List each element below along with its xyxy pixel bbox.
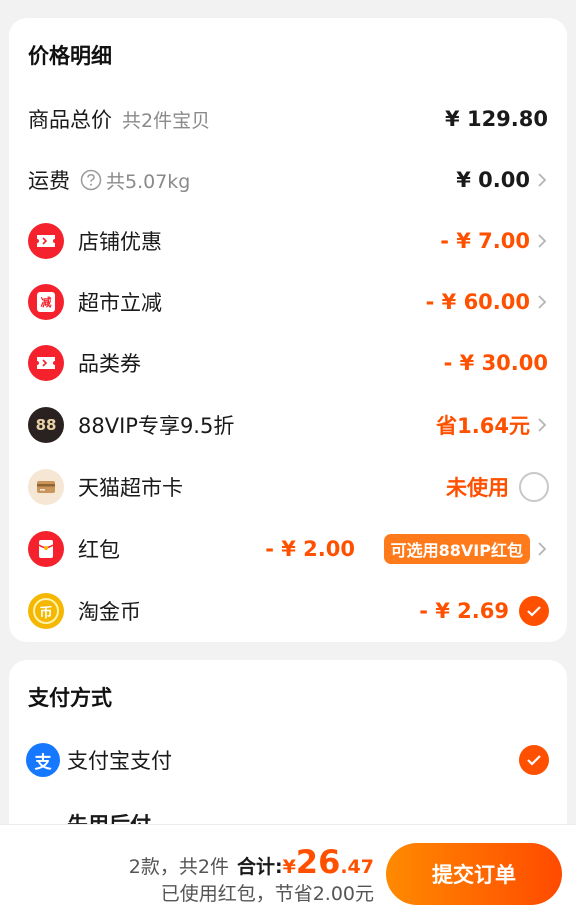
- ticket-icon: [28, 223, 64, 259]
- market-discount-label: 超市立减: [78, 291, 162, 315]
- chevron-right-icon: [534, 294, 550, 310]
- discount-icon: 减: [28, 284, 64, 320]
- taojinbi-check[interactable]: [519, 596, 549, 626]
- tmall-card-label: 天猫超市卡: [78, 476, 183, 500]
- goods-count-text: 共2件宝贝: [122, 110, 211, 132]
- total-amount-dec: .47: [340, 856, 374, 878]
- chevron-right-icon: [534, 172, 550, 188]
- shipping-text: 运费: [28, 169, 70, 193]
- vip-88-icon-text: 88: [35, 416, 57, 434]
- vip-discount-value: 省1.64元: [436, 414, 530, 438]
- order-summary: 2款，共2件 合计: ¥ 26 .47: [129, 843, 374, 881]
- total-amount-int: 26: [295, 843, 341, 881]
- red-envelope-icon: [28, 531, 64, 567]
- chevron-right-icon: [534, 233, 550, 249]
- alipay-icon: 支: [26, 743, 60, 777]
- check-icon: [527, 606, 541, 617]
- card-icon: [28, 469, 64, 505]
- market-discount-value: - ¥ 60.00: [425, 290, 530, 314]
- taojinbi-value: - ¥ 2.69: [419, 599, 509, 623]
- taojinbi-label: 淘金币: [78, 600, 141, 624]
- red-envelope-row[interactable]: 红包 - ¥ 2.00 可选用88VIP红包: [9, 525, 567, 573]
- vip-discount-row[interactable]: 88 88VIP专享9.5折 省1.64元: [9, 401, 567, 449]
- shop-discount-label: 店铺优惠: [78, 230, 162, 254]
- goods-total-row: 商品总价 共2件宝贝 ¥ 129.80: [9, 95, 567, 143]
- total-currency: ¥: [282, 856, 296, 878]
- shop-discount-row[interactable]: 店铺优惠 - ¥ 7.00: [9, 217, 567, 265]
- price-detail-card: 价格明细 商品总价 共2件宝贝 ¥ 129.80 运费 共5.07kg ¥ 0.0…: [9, 18, 567, 642]
- category-coupon-row[interactable]: 品类券 - ¥ 30.00: [9, 339, 567, 387]
- shipping-value: ¥ 0.00: [456, 168, 530, 192]
- shipping-weight: 共5.07kg: [106, 170, 191, 193]
- vip-88-icon: 88: [28, 407, 64, 443]
- payment-method-title: 支付方式: [28, 686, 112, 710]
- market-discount-row[interactable]: 减 超市立减 - ¥ 60.00: [9, 278, 567, 326]
- chevron-right-icon: [534, 417, 550, 433]
- goods-total-text: 商品总价: [28, 108, 112, 132]
- coin-icon-text: 币: [33, 598, 59, 624]
- discount-icon-text: 减: [37, 292, 55, 312]
- checkout-bar: 2款，共2件 合计: ¥ 26 .47 已使用红包，节省2.00元 提交订单: [0, 824, 576, 924]
- alipay-check[interactable]: [519, 745, 549, 775]
- chevron-right-icon: [534, 541, 550, 557]
- category-coupon-value: - ¥ 30.00: [443, 351, 548, 375]
- category-coupon-label: 品类券: [78, 352, 141, 376]
- vip-red-envelope-badge[interactable]: 可选用88VIP红包: [383, 534, 530, 564]
- goods-total-label: 商品总价 共2件宝贝: [28, 104, 210, 134]
- help-icon[interactable]: [80, 169, 102, 191]
- savings-note: 已使用红包，节省2.00元: [160, 883, 374, 905]
- price-detail-title: 价格明细: [28, 44, 112, 68]
- coin-icon: 币: [28, 593, 64, 629]
- item-count: 2款，共2件: [128, 856, 229, 878]
- total-label: 合计:: [236, 856, 283, 878]
- tmall-card-status: 未使用: [446, 476, 509, 500]
- alipay-label: 支付宝支付: [67, 749, 172, 773]
- goods-total-value: ¥ 129.80: [445, 107, 548, 131]
- tmall-card-row[interactable]: 天猫超市卡 未使用: [9, 463, 567, 511]
- alipay-option[interactable]: 支 支付宝支付: [9, 736, 567, 784]
- check-icon: [527, 755, 541, 766]
- submit-order-button[interactable]: 提交订单: [386, 843, 562, 905]
- shipping-label: 运费 共5.07kg: [28, 165, 190, 195]
- red-envelope-label: 红包: [78, 538, 120, 562]
- taojinbi-row[interactable]: 币 淘金币 - ¥ 2.69: [9, 587, 567, 635]
- tmall-card-radio[interactable]: [519, 472, 549, 502]
- red-envelope-value: - ¥ 2.00: [265, 537, 355, 561]
- ticket-icon: [28, 345, 64, 381]
- vip-discount-label: 88VIP专享9.5折: [78, 414, 235, 438]
- shipping-row[interactable]: 运费 共5.07kg ¥ 0.00: [9, 156, 567, 204]
- shop-discount-value: - ¥ 7.00: [440, 229, 530, 253]
- alipay-icon-text: 支: [34, 752, 52, 773]
